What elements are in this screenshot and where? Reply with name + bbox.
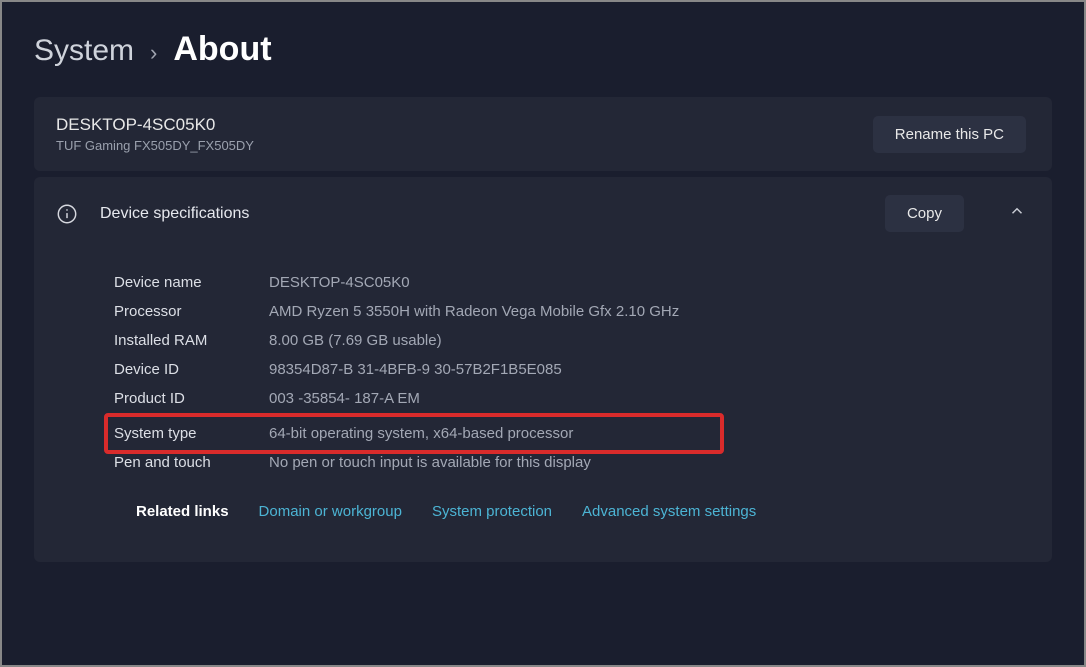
breadcrumb-parent[interactable]: System <box>34 34 134 68</box>
info-icon <box>56 203 78 225</box>
spec-row-processor: Processor AMD Ryzen 5 3550H with Radeon … <box>114 297 1012 326</box>
chevron-up-icon[interactable] <box>1008 202 1026 225</box>
spec-label: Product ID <box>114 390 269 407</box>
spec-value: 64-bit operating system, x64-based proce… <box>269 425 573 442</box>
rename-pc-button[interactable]: Rename this PC <box>873 116 1026 153</box>
spec-row-ram: Installed RAM 8.00 GB (7.69 GB usable) <box>114 326 1012 355</box>
spec-row-system-type: System type 64-bit operating system, x64… <box>114 419 720 448</box>
spec-value: AMD Ryzen 5 3550H with Radeon Vega Mobil… <box>269 303 679 320</box>
breadcrumb: System › About <box>34 30 1052 69</box>
device-header-card: DESKTOP-4SC05K0 TUF Gaming FX505DY_FX505… <box>34 97 1052 171</box>
spec-label: System type <box>114 425 269 442</box>
spec-row-device-name: Device name DESKTOP-4SC05K0 <box>114 268 1012 297</box>
spec-value: 98354D87-B 31-4BFB-9 30-57B2F1B5E085 <box>269 361 562 378</box>
link-system-protection[interactable]: System protection <box>432 503 552 520</box>
spec-value: 003 -35854- 187-A EM <box>269 390 420 407</box>
spec-row-pen-touch: Pen and touch No pen or touch input is a… <box>114 448 1012 477</box>
related-links-row: Related links Domain or workgroup System… <box>114 477 1012 538</box>
chevron-right-icon: › <box>150 40 157 66</box>
spec-label: Device ID <box>114 361 269 378</box>
spec-value: DESKTOP-4SC05K0 <box>269 274 410 291</box>
link-domain-workgroup[interactable]: Domain or workgroup <box>259 503 402 520</box>
device-specifications-header[interactable]: Device specifications Copy <box>34 177 1052 250</box>
spec-value: No pen or touch input is available for t… <box>269 454 591 471</box>
spec-label: Device name <box>114 274 269 291</box>
device-specifications-body: Device name DESKTOP-4SC05K0 Processor AM… <box>34 250 1052 562</box>
spec-value: 8.00 GB (7.69 GB usable) <box>269 332 442 349</box>
copy-button[interactable]: Copy <box>885 195 964 232</box>
page-title: About <box>173 30 271 69</box>
device-specifications-title: Device specifications <box>100 205 863 223</box>
device-name: DESKTOP-4SC05K0 <box>56 115 254 135</box>
spec-row-product-id: Product ID 003 -35854- 187-A EM <box>114 384 1012 413</box>
device-specifications-card: Device specifications Copy Device name D… <box>34 177 1052 562</box>
spec-row-device-id: Device ID 98354D87-B 31-4BFB-9 30-57B2F1… <box>114 355 1012 384</box>
spec-label: Pen and touch <box>114 454 269 471</box>
spec-label: Processor <box>114 303 269 320</box>
related-links-label: Related links <box>136 503 229 520</box>
spec-label: Installed RAM <box>114 332 269 349</box>
link-advanced-system-settings[interactable]: Advanced system settings <box>582 503 756 520</box>
device-model: TUF Gaming FX505DY_FX505DY <box>56 138 254 153</box>
